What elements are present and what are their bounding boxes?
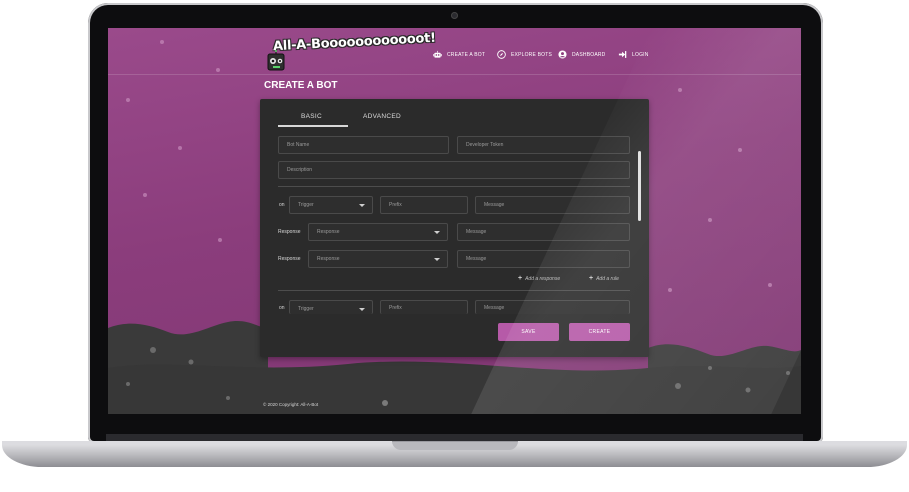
prefix-input[interactable]	[380, 300, 468, 314]
description-input[interactable]	[278, 161, 630, 179]
nav-create-a-bot-label: CREATE A BOT	[447, 51, 486, 58]
screen: All-A-Boooooooooooot! CREATE A BOT EXPLO…	[108, 28, 801, 414]
chevron-down-icon	[434, 258, 440, 261]
trigger-select-value: Trigger	[298, 202, 314, 208]
page-title: CREATE A BOT	[264, 80, 338, 91]
on-label: on	[279, 202, 285, 208]
section-divider	[278, 186, 630, 187]
trigger-select[interactable]: Trigger	[289, 300, 373, 314]
prefix-input[interactable]	[380, 196, 468, 214]
nav-login[interactable]: LOGIN	[618, 50, 649, 59]
developer-token-input[interactable]	[457, 136, 630, 154]
trigger-select-value: Trigger	[298, 306, 314, 312]
nav-explore-bots-label: EXPLORE BOTS	[511, 51, 553, 58]
save-button[interactable]: SAVE	[498, 323, 559, 341]
trigger-message-input[interactable]	[475, 196, 630, 214]
tab-basic[interactable]: BASIC	[301, 113, 322, 120]
footer-copyright: © 2020 Copyright: All-A-Bot	[263, 402, 319, 407]
bot-name-input[interactable]	[278, 136, 449, 154]
robot-mascot-icon[interactable]	[264, 50, 288, 72]
add-response-label: Add a response	[525, 275, 561, 282]
add-response-link[interactable]: + Add a response	[518, 275, 560, 282]
add-rule-label: Add a rule	[596, 275, 619, 282]
create-bot-form-card: BASIC ADVANCED on Trigger Response Respo…	[260, 99, 649, 357]
response-select-value: Response	[317, 256, 340, 262]
laptop-notch	[392, 441, 518, 450]
chevron-down-icon	[359, 308, 365, 311]
tab-advanced[interactable]: ADVANCED	[363, 113, 401, 120]
trigger-select[interactable]: Trigger	[289, 196, 373, 214]
nav-create-a-bot[interactable]: CREATE A BOT	[433, 50, 485, 59]
nav-divider	[108, 74, 801, 75]
active-tab-indicator	[278, 125, 348, 127]
user-circle-icon	[558, 50, 567, 59]
trigger-message-input[interactable]	[475, 300, 630, 314]
on-label: on	[279, 305, 285, 311]
login-icon	[618, 51, 627, 58]
compass-icon	[497, 50, 506, 59]
nav-dashboard-label: DASHBOARD	[572, 51, 606, 58]
nav-login-label: LOGIN	[632, 51, 649, 58]
response-label: Response	[278, 229, 301, 235]
response-label: Response	[278, 256, 301, 262]
nav-explore-bots[interactable]: EXPLORE BOTS	[497, 50, 552, 59]
plus-icon: +	[518, 275, 523, 282]
camera-icon	[451, 12, 458, 19]
response-select-value: Response	[317, 229, 340, 235]
add-rule-link[interactable]: + Add a rule	[589, 275, 619, 282]
chevron-down-icon	[434, 231, 440, 234]
response-message-input[interactable]	[457, 223, 630, 241]
response-select[interactable]: Response	[308, 250, 448, 268]
scrollbar-thumb[interactable]	[638, 151, 641, 221]
robot-icon	[433, 50, 442, 58]
response-select[interactable]: Response	[308, 223, 448, 241]
chevron-down-icon	[359, 204, 365, 207]
nav-dashboard[interactable]: DASHBOARD	[558, 50, 605, 59]
create-button[interactable]: CREATE	[569, 323, 630, 341]
response-message-input[interactable]	[457, 250, 630, 268]
plus-icon: +	[589, 275, 594, 282]
rule-divider	[278, 290, 630, 291]
